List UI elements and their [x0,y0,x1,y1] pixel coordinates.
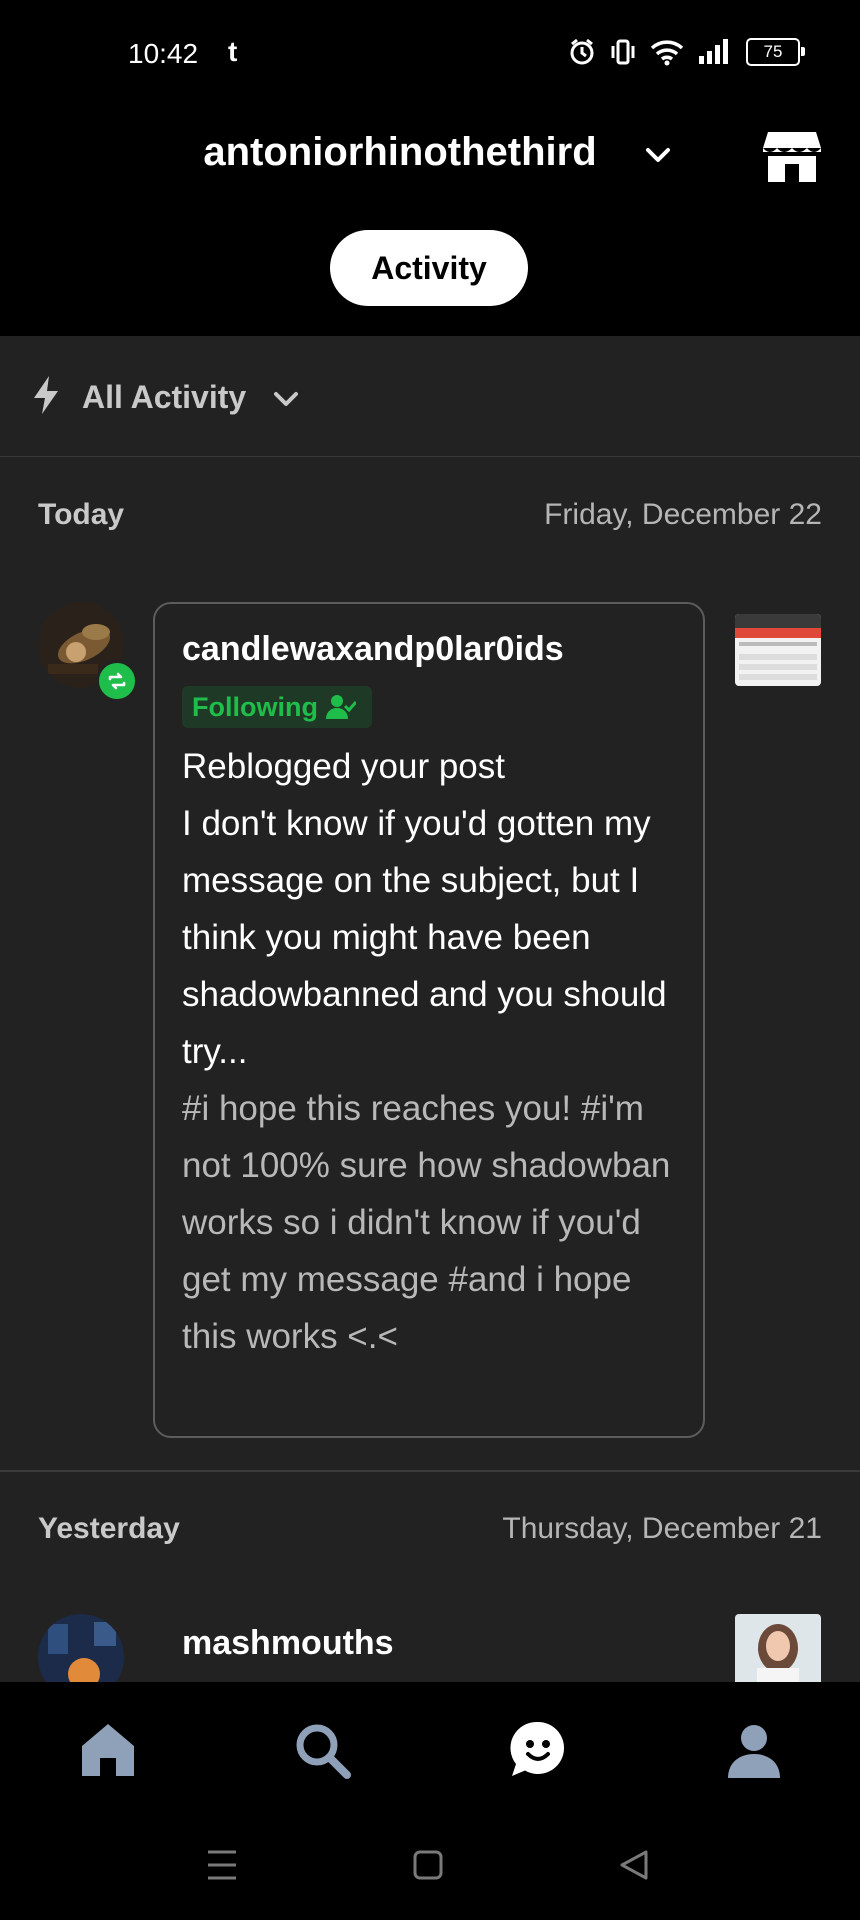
wifi-icon [650,40,684,66]
following-badge: Following [182,686,372,728]
section-yesterday-date: Thursday, December 21 [502,1512,822,1545]
post-thumbnail-image [735,614,821,686]
reblog-icon [108,672,126,690]
section-divider [0,1470,860,1472]
section-yesterday-label: Yesterday [38,1512,180,1545]
activity-icon[interactable] [506,1718,570,1782]
status-icons: 75 [568,38,805,66]
reblog-badge [96,660,138,702]
section-today-date: Friday, December 22 [544,498,822,531]
status-time: 10:42 [128,38,199,69]
home-icon[interactable] [76,1718,140,1782]
section-today-label: Today [38,498,125,531]
signal-icon [699,39,728,64]
person-check-icon [325,695,356,719]
lightning-bolt-icon [34,376,58,414]
notification-body: Reblogged your post I don't know if you'… [182,747,667,1071]
notification-tags: #i hope this reaches you! #i'm not 100% … [182,1089,671,1356]
home-button-icon[interactable] [412,1848,444,1882]
activity-filter-label[interactable]: All Activity [82,379,246,416]
chevron-down-icon[interactable] [270,383,302,415]
account-icon[interactable] [722,1718,786,1782]
following-label: Following [192,691,318,722]
storefront-icon[interactable] [762,128,822,184]
chevron-down-icon[interactable] [640,138,676,174]
alarm-icon [570,38,594,65]
tumblr-notification-icon: t [228,36,238,67]
search-icon[interactable] [290,1718,354,1782]
back-button-icon[interactable] [618,1848,650,1882]
blog-name[interactable]: mashmouths [182,1624,394,1663]
battery-indicator: 75 [746,38,805,66]
vibrate-icon [611,39,635,65]
post-thumbnail-image [735,1614,821,1686]
recent-apps-icon[interactable] [206,1848,238,1882]
post-thumbnail[interactable] [735,1614,821,1686]
blog-switcher[interactable]: antoniorhinothethird [0,130,800,175]
post-thumbnail[interactable] [735,614,821,686]
tab-activity[interactable]: Activity [330,230,528,306]
blog-name[interactable]: candlewaxandp0lar0ids [182,630,564,669]
